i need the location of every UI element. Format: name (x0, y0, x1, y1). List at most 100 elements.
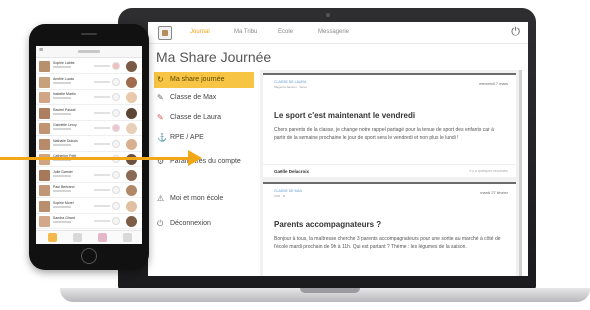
sidebar-item-label: RPE / APE (170, 134, 204, 141)
phone-speaker (81, 33, 97, 35)
child-photo (39, 123, 50, 134)
home-tab-icon[interactable] (48, 233, 57, 242)
child-name: Paul Bertrand (53, 185, 75, 189)
child-subtitle (53, 190, 71, 192)
post-card[interactable]: Classe de Max CM1 · B mardi 27 février P… (263, 182, 516, 276)
child-subtitle (53, 205, 71, 208)
post-body: Bonjour à tous, la maîtresse cherche 3 p… (274, 236, 501, 250)
sidebar-item-ma-share-journee[interactable]: ↻ Ma share journée (154, 72, 254, 88)
school-tab-icon[interactable] (98, 233, 107, 242)
post-sublabel: Magenta Samion · Steve (274, 85, 308, 89)
arrow-line (0, 157, 192, 160)
tab-messagerie[interactable]: Messagerie (318, 29, 349, 35)
list-item[interactable]: Sandra Girard (36, 214, 142, 229)
list-item[interactable]: Sophie Morel (36, 199, 142, 214)
status-badge (112, 108, 120, 117)
arrow-head (188, 150, 202, 166)
sidebar-item-classe-de-max[interactable]: ✎ Classe de Max (154, 90, 254, 106)
avatar[interactable] (126, 169, 137, 181)
child-photo (39, 185, 50, 196)
child-info (94, 220, 110, 222)
list-item[interactable]: Nathalie Dubois (36, 137, 142, 152)
sidebar-item-label: Ma share journée (170, 76, 225, 83)
sidebar-item-deconnexion[interactable]: ⏻ Déconnexion (154, 216, 254, 232)
tab-ma-tribu[interactable]: Ma Tribu (234, 29, 257, 35)
tab-journal[interactable]: Journal (190, 29, 210, 35)
power-icon: ⏻ (157, 219, 164, 228)
avatar[interactable] (126, 216, 137, 227)
status-badge (112, 217, 120, 225)
avatar[interactable] (126, 185, 137, 196)
child-subtitle (53, 128, 71, 130)
list-item[interactable]: Gabrielle Leroy (36, 121, 142, 136)
list-item[interactable]: Amélie Lucas (36, 75, 142, 90)
avatar[interactable] (126, 61, 137, 72)
phone-top-bar: ≡ (36, 46, 142, 58)
status-badge (112, 186, 120, 194)
list-item[interactable]: Julie Garnier (36, 168, 142, 183)
list-item[interactable]: Paul Bertrand (36, 183, 142, 198)
child-subtitle (53, 81, 71, 84)
avatar[interactable] (126, 107, 137, 119)
post-title: Parents accompagnateurs ? (274, 220, 382, 229)
post-card[interactable]: Classe de Laura Magenta Samion · Steve m… (263, 73, 516, 177)
avatar[interactable] (126, 138, 137, 150)
sidebar-item-label: Classe de Laura (170, 114, 221, 121)
child-photo (39, 138, 50, 150)
child-name: Sophie Labbe (53, 61, 75, 65)
status-badge (112, 77, 120, 86)
class-icon: ✎ (157, 93, 164, 102)
child-name: Isabelle Martin (53, 92, 76, 96)
post-footer: Gaëlle Delacroix Il y a quelques seconde… (263, 164, 516, 177)
warning-icon: ⚠ (157, 194, 165, 203)
status-badge (112, 170, 120, 179)
sidebar-item-rpe-ape[interactable]: ⚓ RPE / APE (154, 130, 254, 146)
tab-ecole[interactable]: Ecole (278, 29, 293, 35)
child-subtitle (53, 66, 71, 68)
laptop-notch (300, 288, 360, 293)
post-author[interactable]: Gaëlle Delacroix (274, 169, 309, 174)
avatar[interactable] (126, 200, 137, 212)
child-name: Sandra Girard (53, 216, 75, 220)
phone-screen: ≡ Sophie Labbe Amélie Lucas Isabelle Marti… (36, 46, 142, 244)
child-name: Amélie Lucas (53, 76, 75, 81)
sidebar: ↻ Ma share journée ✎ Classe de Max ✎ Cla… (148, 70, 255, 276)
sidebar-item-classe-de-laura[interactable]: ✎ Classe de Laura (154, 110, 254, 126)
list-item[interactable]: Isabelle Martin (36, 90, 142, 105)
child-info (94, 96, 110, 98)
sidebar-item-moi-et-mon-ecole[interactable]: ⚠ Moi et mon école (154, 191, 254, 207)
top-nav-bar: Journal Ma Tribu Ecole Messagerie ⏻ (148, 22, 528, 44)
phone-home-button[interactable] (81, 248, 97, 264)
avatar[interactable] (126, 76, 137, 88)
phone-title-placeholder (78, 50, 100, 53)
laptop-camera (326, 13, 330, 17)
tribe-tab-icon[interactable] (73, 233, 82, 242)
child-photo (39, 200, 50, 212)
app-logo-icon[interactable] (158, 26, 172, 40)
post-class-label[interactable]: Classe de Max (274, 189, 302, 193)
anchor-icon: ⚓ (157, 133, 167, 142)
sidebar-item-label: Classe de Max (170, 94, 217, 101)
list-item[interactable]: Rachel Pascal (36, 106, 142, 121)
child-name: Sophie Morel (53, 200, 74, 205)
avatar[interactable] (126, 92, 137, 103)
child-info (94, 173, 110, 176)
child-name: Gabrielle Leroy (53, 123, 77, 127)
child-info (94, 111, 110, 114)
menu-icon[interactable]: ≡ (39, 47, 43, 54)
child-photo (39, 61, 50, 72)
child-name: Rachel Pascal (53, 107, 76, 112)
content-scrollbar[interactable] (519, 70, 522, 276)
child-photo (39, 169, 50, 181)
post-class-label[interactable]: Classe de Laura (274, 80, 306, 84)
child-subtitle (53, 143, 71, 146)
child-subtitle (53, 174, 71, 177)
child-info (94, 65, 110, 67)
avatar[interactable] (126, 123, 137, 134)
child-info (94, 80, 110, 83)
list-item[interactable]: Sophie Labbe (36, 59, 142, 74)
child-info (94, 127, 110, 129)
messages-tab-icon[interactable] (123, 233, 132, 242)
power-icon[interactable]: ⏻ (511, 26, 520, 39)
status-badge (112, 93, 120, 101)
